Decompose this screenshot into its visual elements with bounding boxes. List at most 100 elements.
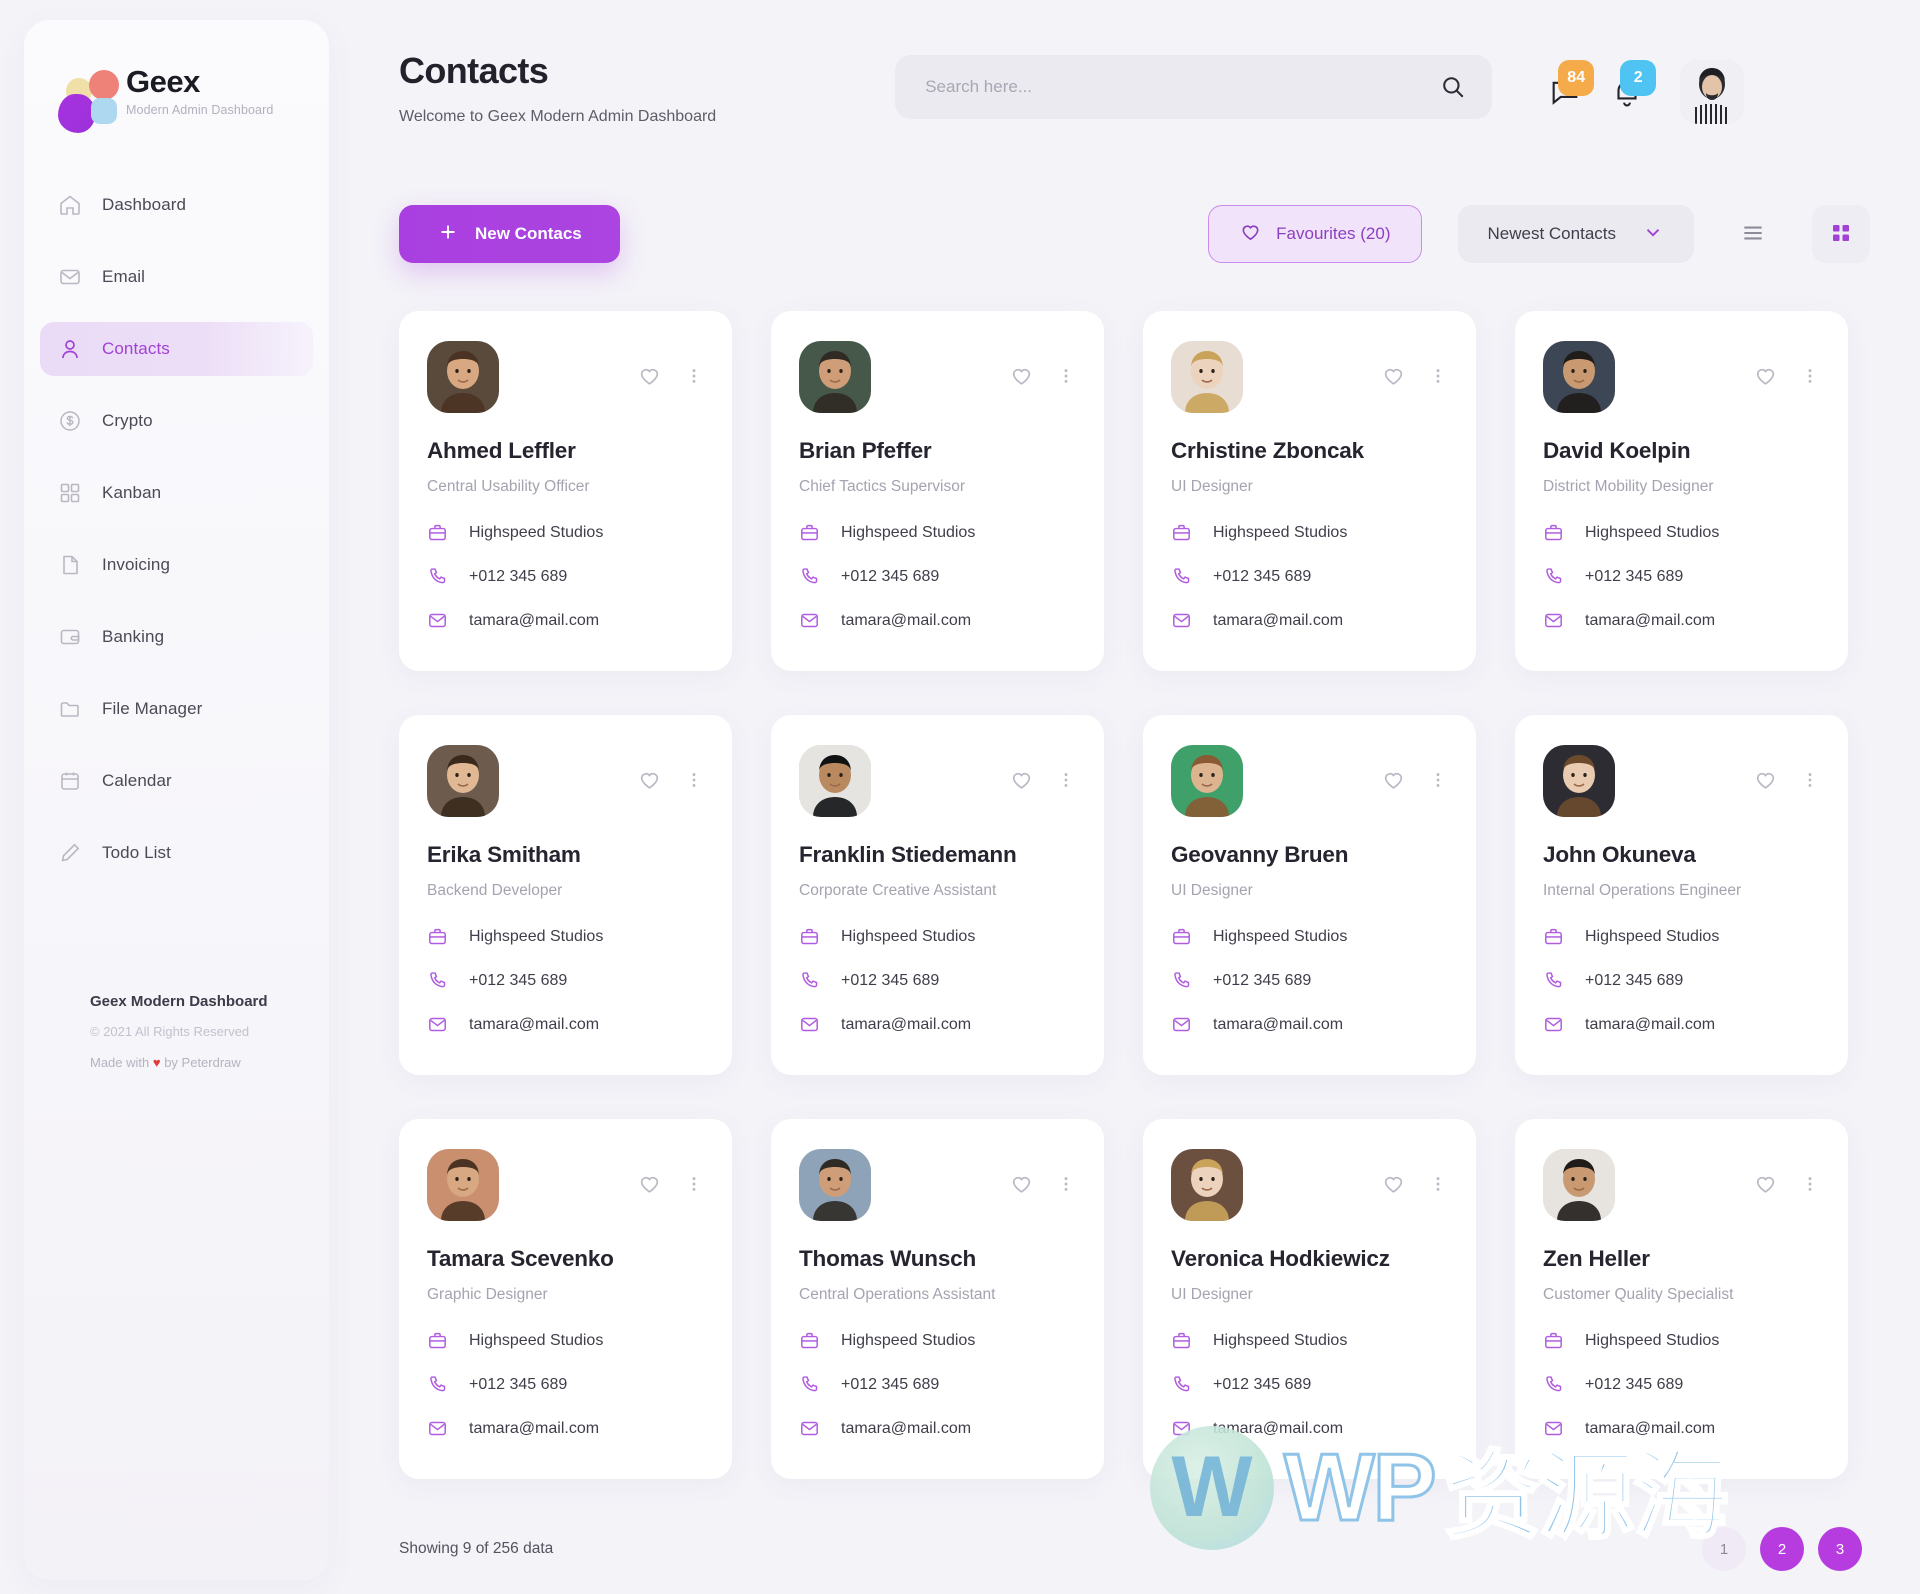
sidebar-item-banking[interactable]: Banking — [40, 610, 313, 664]
mail-icon — [427, 1418, 448, 1439]
contact-details: Highspeed Studios +012 345 689 tamara@mail… — [1171, 926, 1448, 1035]
favourite-heart-icon[interactable] — [1753, 767, 1778, 792]
list-view-button[interactable] — [1724, 205, 1782, 263]
sidebar-item-contacts[interactable]: Contacts — [40, 322, 313, 376]
contact-phone: +012 345 689 — [1213, 567, 1312, 585]
search-icon[interactable] — [1440, 74, 1466, 100]
contact-card[interactable]: Veronica Hodkiewicz UI Designer Highspeed … — [1143, 1119, 1476, 1479]
contact-avatar — [799, 1149, 871, 1221]
sidebar-item-label: Invoicing — [102, 555, 170, 574]
contact-card[interactable]: Zen Heller Customer Quality Specialist Hig… — [1515, 1119, 1848, 1479]
contact-card[interactable]: David Koelpin District Mobility Designer H… — [1515, 311, 1848, 671]
contact-name: John Okuneva — [1543, 842, 1696, 867]
contact-details: Highspeed Studios +012 345 689 tamara@mail… — [799, 1330, 1076, 1439]
more-options-icon[interactable] — [1056, 770, 1076, 790]
briefcase-icon — [427, 926, 448, 947]
contact-card[interactable]: Crhistine Zboncak UI Designer Highspeed St… — [1143, 311, 1476, 671]
favourite-heart-icon[interactable] — [1381, 1171, 1406, 1196]
notifications-button[interactable]: 2 — [1596, 60, 1658, 120]
sidebar-item-label: Dashboard — [102, 195, 187, 214]
mail-icon — [1171, 1014, 1192, 1035]
contact-card-actions — [1009, 341, 1076, 388]
contact-card[interactable]: Ahmed Leffler Central Usability Officer Hi… — [399, 311, 732, 671]
contact-name: Zen Heller — [1543, 1246, 1650, 1271]
contact-name: David Koelpin — [1543, 438, 1691, 463]
more-options-icon[interactable] — [1056, 1174, 1076, 1194]
contact-card-actions — [637, 1149, 704, 1196]
favourite-heart-icon[interactable] — [1753, 1171, 1778, 1196]
sidebar-item-invoicing[interactable]: Invoicing — [40, 538, 313, 592]
more-options-icon[interactable] — [684, 366, 704, 386]
contact-card-header — [1543, 341, 1820, 413]
contact-name: Franklin Stiedemann — [799, 842, 1017, 867]
contact-role: Customer Quality Specialist — [1543, 1286, 1734, 1303]
sidebar-item-todo-list[interactable]: Todo List — [40, 826, 313, 880]
more-options-icon[interactable] — [1800, 366, 1820, 386]
favourite-heart-icon[interactable] — [1381, 363, 1406, 388]
contacts-footer: Showing 9 of 256 data 1 2 3 — [399, 1527, 1870, 1571]
top-header: Contacts Welcome to Geex Modern Admin Da… — [399, 30, 1870, 150]
favourite-heart-icon[interactable] — [1009, 767, 1034, 792]
sidebar-item-kanban[interactable]: Kanban — [40, 466, 313, 520]
favourite-heart-icon[interactable] — [1009, 363, 1034, 388]
sidebar-footer: Geex Modern Dashboard © 2021 All Rights … — [90, 993, 268, 1070]
contact-name: Brian Pfeffer — [799, 438, 932, 463]
sidebar-item-label: Kanban — [102, 483, 162, 502]
mail-icon — [1171, 1418, 1192, 1439]
more-options-icon[interactable] — [684, 770, 704, 790]
contact-avatar — [427, 745, 499, 817]
avatar[interactable] — [1680, 60, 1745, 124]
favourites-filter-button[interactable]: Favourites (20) — [1208, 205, 1422, 263]
contact-card[interactable]: Thomas Wunsch Central Operations Assistan… — [771, 1119, 1104, 1479]
sidebar-item-crypto[interactable]: Crypto — [40, 394, 313, 448]
contact-company: Highspeed Studios — [1585, 1331, 1720, 1349]
more-options-icon[interactable] — [684, 1174, 704, 1194]
new-contact-label: New Contacs — [475, 224, 582, 243]
favourite-heart-icon[interactable] — [637, 363, 662, 388]
contact-card[interactable]: Tamara Scevenko Graphic Designer Highspeed… — [399, 1119, 732, 1479]
contact-card[interactable]: Erika Smitham Backend Developer Highspeed … — [399, 715, 732, 1075]
brand-logo-block[interactable]: Geex Modern Admin Dashboard — [24, 56, 329, 133]
page-button-3[interactable]: 3 — [1818, 1527, 1862, 1571]
more-options-icon[interactable] — [1800, 770, 1820, 790]
favourite-heart-icon[interactable] — [1381, 767, 1406, 792]
grid-view-button[interactable] — [1812, 205, 1870, 263]
contact-card[interactable]: John Okuneva Internal Operations Engineer… — [1515, 715, 1848, 1075]
more-options-icon[interactable] — [1056, 366, 1076, 386]
contact-role: Backend Developer — [427, 882, 563, 899]
sidebar-item-email[interactable]: Email — [40, 250, 313, 304]
contact-details: Highspeed Studios +012 345 689 tamara@mail… — [1171, 522, 1448, 631]
favourite-heart-icon[interactable] — [637, 1171, 662, 1196]
contact-card[interactable]: Brian Pfeffer Chief Tactics Supervisor Hig… — [771, 311, 1104, 671]
contact-role: District Mobility Designer — [1543, 478, 1714, 495]
mail-icon — [427, 610, 448, 631]
contact-role: Graphic Designer — [427, 1286, 548, 1303]
page-button-2[interactable]: 2 — [1760, 1527, 1804, 1571]
favourite-heart-icon[interactable] — [1753, 363, 1778, 388]
sidebar-item-file-manager[interactable]: File Manager — [40, 682, 313, 736]
more-options-icon[interactable] — [1428, 1174, 1448, 1194]
sidebar-item-calendar[interactable]: Calendar — [40, 754, 313, 808]
contact-phone-row: +012 345 689 — [799, 970, 1076, 991]
contact-phone: +012 345 689 — [469, 971, 568, 989]
page-title: Contacts — [399, 50, 549, 91]
messages-button[interactable]: 84 — [1534, 60, 1596, 120]
sidebar-item-label: Calendar — [102, 771, 172, 790]
sidebar-footer-title: Geex Modern Dashboard — [90, 993, 268, 1010]
phone-icon — [799, 1374, 820, 1395]
favourite-heart-icon[interactable] — [637, 767, 662, 792]
more-options-icon[interactable] — [1800, 1174, 1820, 1194]
contact-card[interactable]: Franklin Stiedemann Corporate Creative As… — [771, 715, 1104, 1075]
showing-count: Showing 9 of 256 data — [399, 1540, 554, 1557]
more-options-icon[interactable] — [1428, 366, 1448, 386]
search-input[interactable] — [925, 77, 1441, 97]
more-options-icon[interactable] — [1428, 770, 1448, 790]
sidebar-item-dashboard[interactable]: Dashboard — [40, 178, 313, 232]
contact-email-row: tamara@mail.com — [1171, 1014, 1448, 1035]
search-bar[interactable] — [895, 55, 1493, 119]
contact-card[interactable]: Geovanny Bruen UI Designer Highspeed Studi… — [1143, 715, 1476, 1075]
favourite-heart-icon[interactable] — [1009, 1171, 1034, 1196]
new-contact-button[interactable]: New Contacs — [399, 205, 620, 263]
page-button-1[interactable]: 1 — [1702, 1527, 1746, 1571]
sort-dropdown[interactable]: Newest Contacts — [1457, 205, 1694, 263]
